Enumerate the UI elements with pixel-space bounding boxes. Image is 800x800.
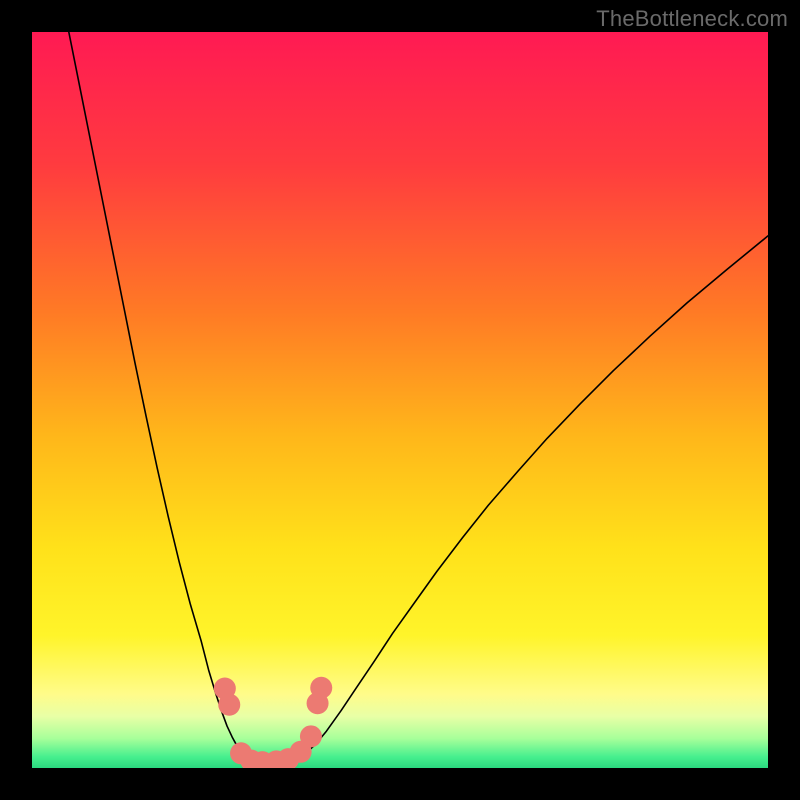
- watermark-label: TheBottleneck.com: [596, 6, 788, 32]
- marker-point: [300, 725, 322, 747]
- chart-frame: TheBottleneck.com: [0, 0, 800, 800]
- marker-point: [218, 694, 240, 716]
- chart-svg: [32, 32, 768, 768]
- chart-plot-area: [32, 32, 768, 768]
- marker-point: [310, 677, 332, 699]
